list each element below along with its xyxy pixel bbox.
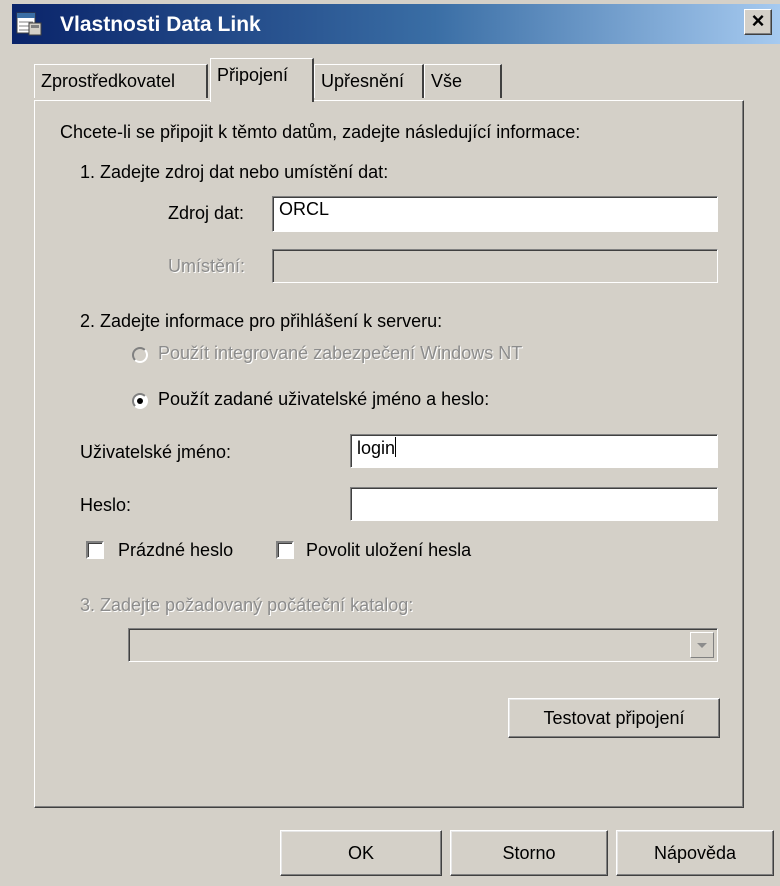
radio-selected-dot: [137, 398, 143, 404]
tab-all[interactable]: Vše: [424, 64, 502, 98]
location-input[interactable]: [272, 249, 718, 283]
tab-advanced[interactable]: Upřesnění: [314, 64, 424, 98]
catalog-dropdown[interactable]: [128, 628, 718, 662]
username-input[interactable]: login: [350, 434, 718, 468]
chevron-down-icon: [697, 643, 707, 648]
specific-credentials-radio[interactable]: [132, 393, 148, 409]
cancel-label: Storno: [502, 843, 556, 863]
blank-password-label: Prázdné heslo: [118, 540, 234, 560]
tab-provider[interactable]: Zprostředkovatel: [34, 64, 208, 98]
title-bar[interactable]: Vlastnosti Data Link ×: [0, 0, 780, 52]
username-label: Uživatelské jméno:: [80, 442, 232, 462]
blank-password-checkbox[interactable]: [86, 541, 104, 559]
close-icon: ×: [751, 8, 765, 33]
step3-heading: 3. Zadejte požadovaný počáteční katalog:: [80, 595, 414, 615]
close-button[interactable]: ×: [744, 9, 772, 35]
tab-label: Připojení: [217, 65, 289, 85]
integrated-security-radio[interactable]: [132, 347, 148, 363]
integrated-security-label: Použít integrované zabezpečení Windows N…: [158, 343, 523, 363]
data-source-label: Zdroj dat:: [168, 203, 245, 223]
ok-label: OK: [347, 843, 374, 863]
intro-text: Chcete-li se připojit k těmto datům, zad…: [60, 122, 581, 142]
window-title: Vlastnosti Data Link: [60, 13, 261, 36]
tab-label: Zprostředkovatel: [41, 71, 176, 91]
test-connection-label: Testovat připojení: [543, 708, 685, 728]
text-cursor: [395, 437, 397, 457]
data-link-icon: [16, 12, 42, 36]
test-connection-button[interactable]: Testovat připojení: [508, 698, 720, 738]
specific-credentials-label: Použít zadané uživatelské jméno a heslo:: [158, 389, 490, 409]
help-label: Nápověda: [653, 843, 737, 863]
cancel-button[interactable]: Storno: [450, 830, 608, 876]
data-source-input[interactable]: ORCL: [272, 196, 718, 232]
step1-heading: 1. Zadejte zdroj dat nebo umístění dat:: [80, 162, 389, 182]
allow-saving-checkbox[interactable]: [276, 541, 294, 559]
dropdown-button[interactable]: [690, 632, 714, 658]
location-label: Umístění:: [168, 256, 246, 276]
tab-connection[interactable]: Připojení: [210, 58, 314, 102]
tab-label: Vše: [431, 71, 463, 91]
allow-saving-label: Povolit uložení hesla: [306, 540, 472, 560]
help-button[interactable]: Nápověda: [616, 830, 774, 876]
tab-label: Upřesnění: [321, 71, 405, 91]
username-value: login: [357, 438, 396, 458]
data-source-value: ORCL: [279, 199, 330, 219]
password-label: Heslo:: [80, 495, 132, 515]
password-input[interactable]: [350, 487, 718, 521]
step2-heading: 2. Zadejte informace pro přihlášení k se…: [80, 311, 443, 331]
ok-button[interactable]: OK: [280, 830, 442, 876]
